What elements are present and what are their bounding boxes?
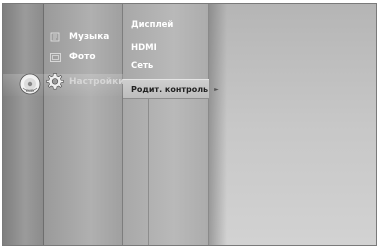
settings-item-display[interactable]: Дисплей	[131, 20, 173, 30]
main-menu-label: Настройки	[69, 77, 125, 87]
gear-icon	[45, 72, 65, 92]
main-menu-item-photo[interactable]: Фото	[45, 48, 96, 66]
content-panel	[208, 4, 376, 245]
dvd-disc-icon: DVD	[19, 73, 41, 95]
settings-item-hdmi[interactable]: HDMI	[131, 43, 157, 53]
music-icon	[45, 32, 65, 42]
settings-screen: DVD Музыка Фото Настройки Дисплей HDMI С…	[2, 3, 377, 246]
settings-item-label: Родит. контроль	[131, 84, 209, 94]
settings-item-parental-control[interactable]: Родит. контроль ►	[123, 79, 219, 99]
submenu-divider	[148, 94, 149, 245]
photo-icon	[45, 52, 65, 62]
main-menu-label: Фото	[69, 52, 96, 62]
main-menu-item-music[interactable]: Музыка	[45, 28, 109, 46]
disc-column	[3, 4, 44, 245]
main-menu-label: Музыка	[69, 32, 110, 42]
settings-item-network[interactable]: Сеть	[131, 61, 153, 71]
svg-text:DVD: DVD	[26, 89, 34, 93]
arrow-right-icon: ►	[214, 85, 219, 93]
settings-submenu-column	[123, 4, 208, 245]
main-menu-item-settings[interactable]: Настройки	[45, 73, 125, 91]
